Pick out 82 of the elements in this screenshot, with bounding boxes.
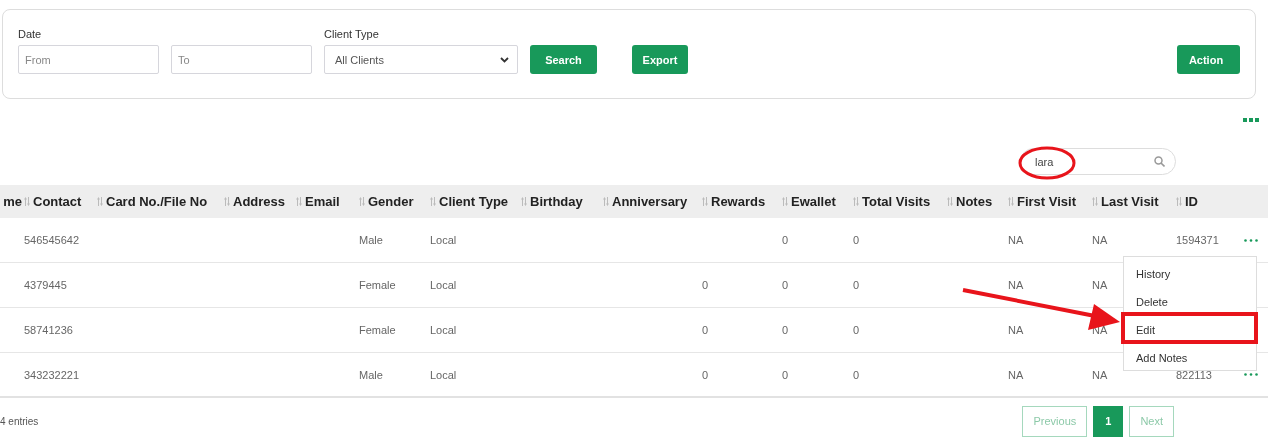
sort-icon: [224, 197, 230, 206]
table-cell: Local: [430, 324, 457, 336]
search-button[interactable]: Search: [530, 45, 597, 74]
column-header[interactable]: ID: [1174, 194, 1238, 209]
menu-item[interactable]: Edit: [1124, 316, 1256, 344]
column-header[interactable]: Total Visits: [851, 194, 945, 209]
chevron-icon: [500, 56, 509, 63]
table-cell: NA: [1008, 324, 1024, 336]
client-type-dropdown[interactable]: All Clients: [324, 45, 518, 74]
table-cell: 0: [853, 368, 860, 381]
table-cell: 1594371: [1176, 234, 1219, 246]
column-header[interactable]: me: [0, 194, 22, 209]
table-cell: NA: [1092, 279, 1108, 291]
table-cell: Male: [359, 234, 383, 246]
column-header[interactable]: First Visit: [1006, 194, 1090, 209]
table-cell: NA: [1008, 279, 1024, 291]
to-date-field[interactable]: To: [171, 45, 312, 74]
table-cell: NA: [1092, 368, 1108, 381]
table-cell: 0: [853, 234, 860, 246]
column-header[interactable]: Birthday: [519, 194, 601, 209]
column-header[interactable]: Ewallet: [780, 194, 851, 209]
table-cell: 0: [853, 279, 860, 291]
search-icon: [1154, 156, 1165, 167]
column-header[interactable]: Notes: [945, 194, 1006, 209]
entries-info: 4 entries: [0, 415, 39, 427]
table-cell: 0: [782, 324, 789, 336]
sort-icon: [97, 197, 103, 206]
table-cell: 343232221: [24, 368, 80, 381]
column-header[interactable]: Rewards: [700, 194, 780, 209]
column-header[interactable]: Last Visit: [1090, 194, 1174, 209]
sort-icon: [24, 197, 30, 206]
table-cell: 0: [702, 368, 709, 381]
more-icon[interactable]: [1243, 118, 1259, 123]
table-cell: 546545642: [24, 234, 80, 246]
more-icon[interactable]: [1244, 373, 1258, 376]
sort-icon: [702, 197, 708, 206]
column-header[interactable]: Gender: [357, 194, 428, 209]
table-cell: 0: [853, 324, 860, 336]
column-header[interactable]: Anniversary: [601, 194, 700, 209]
table-cell: NA: [1008, 368, 1024, 381]
action-button[interactable]: Action: [1177, 45, 1240, 74]
table-cell: Local: [430, 279, 457, 291]
sort-icon: [947, 197, 953, 206]
annotation-circle: [1018, 146, 1076, 180]
search-field[interactable]: lara: [1020, 148, 1176, 175]
menu-item[interactable]: History: [1124, 260, 1256, 288]
column-header[interactable]: Card No./File No: [95, 194, 222, 209]
table-cell: 0: [782, 368, 789, 381]
sort-icon: [782, 197, 788, 206]
sort-icon: [1092, 197, 1098, 206]
column-header[interactable]: Client Type: [428, 194, 519, 209]
table-cell: 4379445: [24, 279, 67, 291]
table-cell: NA: [1008, 234, 1024, 246]
column-header[interactable]: Address: [222, 194, 294, 209]
menu-item[interactable]: Delete: [1124, 288, 1256, 316]
table-cell: 0: [782, 234, 789, 246]
table-cell: 58741236: [24, 324, 73, 336]
sort-icon: [603, 197, 609, 206]
table-cell: 0: [702, 324, 709, 336]
sort-icon: [853, 197, 859, 206]
table-cell: Female: [359, 279, 396, 291]
table-cell: 0: [702, 279, 709, 291]
sort-icon: [430, 197, 436, 206]
sort-icon: [296, 197, 302, 206]
sort-icon: [1176, 197, 1182, 206]
sort-icon: [521, 197, 527, 206]
sort-icon: [1008, 197, 1014, 206]
page-button[interactable]: 1: [1093, 405, 1124, 437]
field-label: Date: [18, 27, 43, 42]
export-button[interactable]: Export: [632, 45, 688, 74]
table-cell: Female: [359, 324, 396, 336]
table-cell: Local: [430, 234, 457, 246]
sort-icon: [359, 197, 365, 206]
more-icon[interactable]: [1244, 238, 1258, 242]
table-cell: Local: [430, 368, 457, 381]
table-cell: 0: [782, 279, 789, 291]
from-date-field[interactable]: From: [18, 45, 159, 74]
table-cell: NA: [1092, 234, 1108, 246]
table-cell: Male: [359, 368, 383, 381]
field-label: Client Type: [324, 27, 380, 42]
column-header[interactable]: Email: [294, 194, 357, 209]
column-header[interactable]: Contact: [22, 194, 95, 209]
